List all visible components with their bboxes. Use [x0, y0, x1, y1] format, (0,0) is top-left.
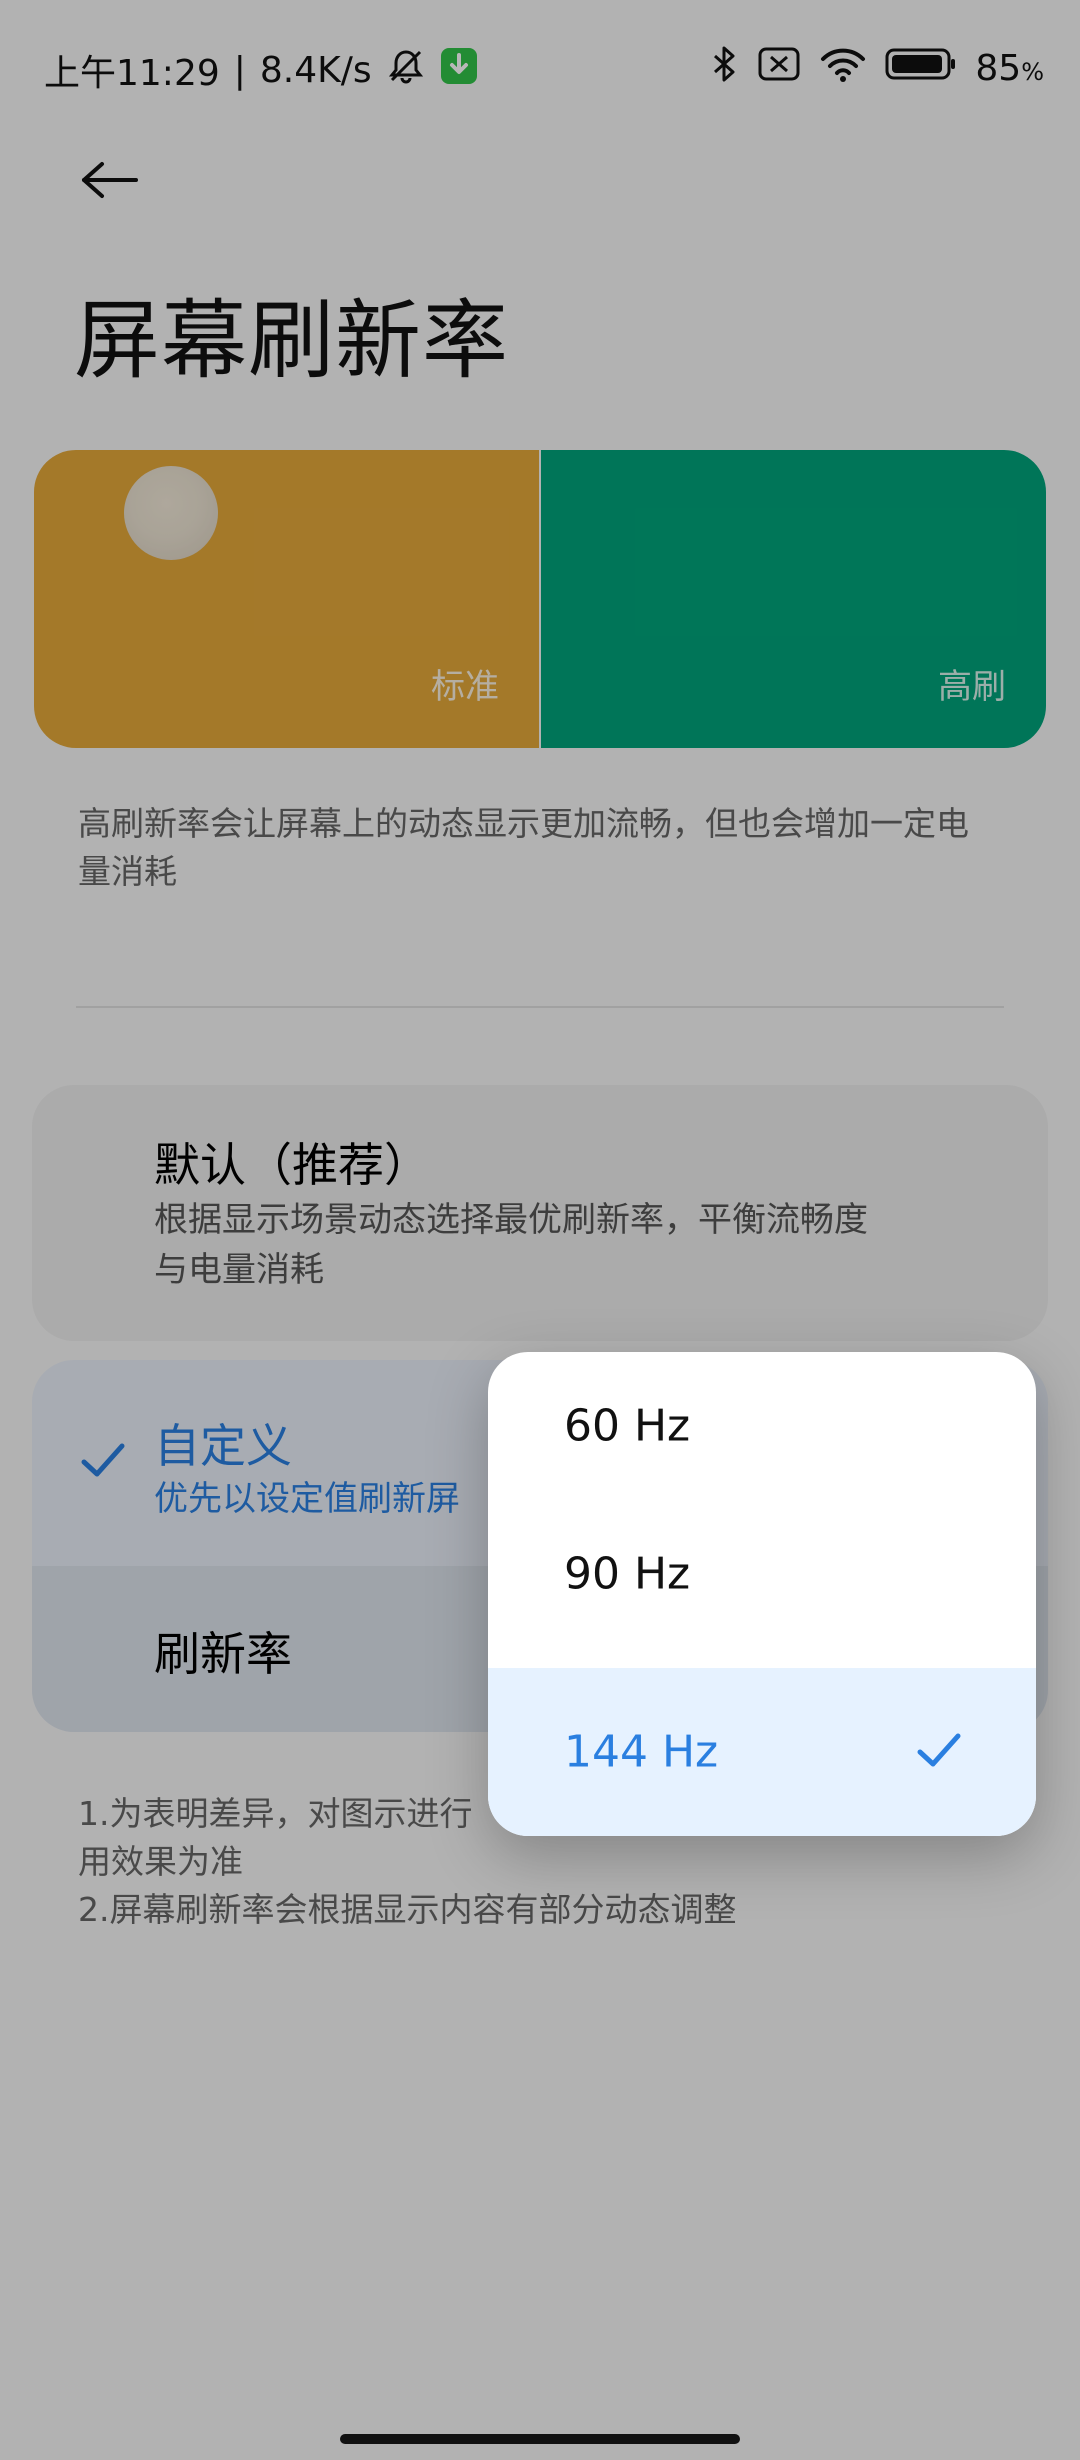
- popup-item-60hz[interactable]: 60 Hz: [488, 1352, 1036, 1500]
- dim-overlay[interactable]: [0, 0, 1080, 2460]
- popup-item-90hz[interactable]: 90 Hz: [488, 1500, 1036, 1648]
- selected-check-icon: [916, 1730, 962, 1774]
- refresh-rate-popup: 60 Hz 90 Hz 144 Hz: [488, 1352, 1036, 1836]
- popup-item-144hz[interactable]: 144 Hz: [488, 1668, 1036, 1836]
- home-indicator[interactable]: [340, 2434, 740, 2444]
